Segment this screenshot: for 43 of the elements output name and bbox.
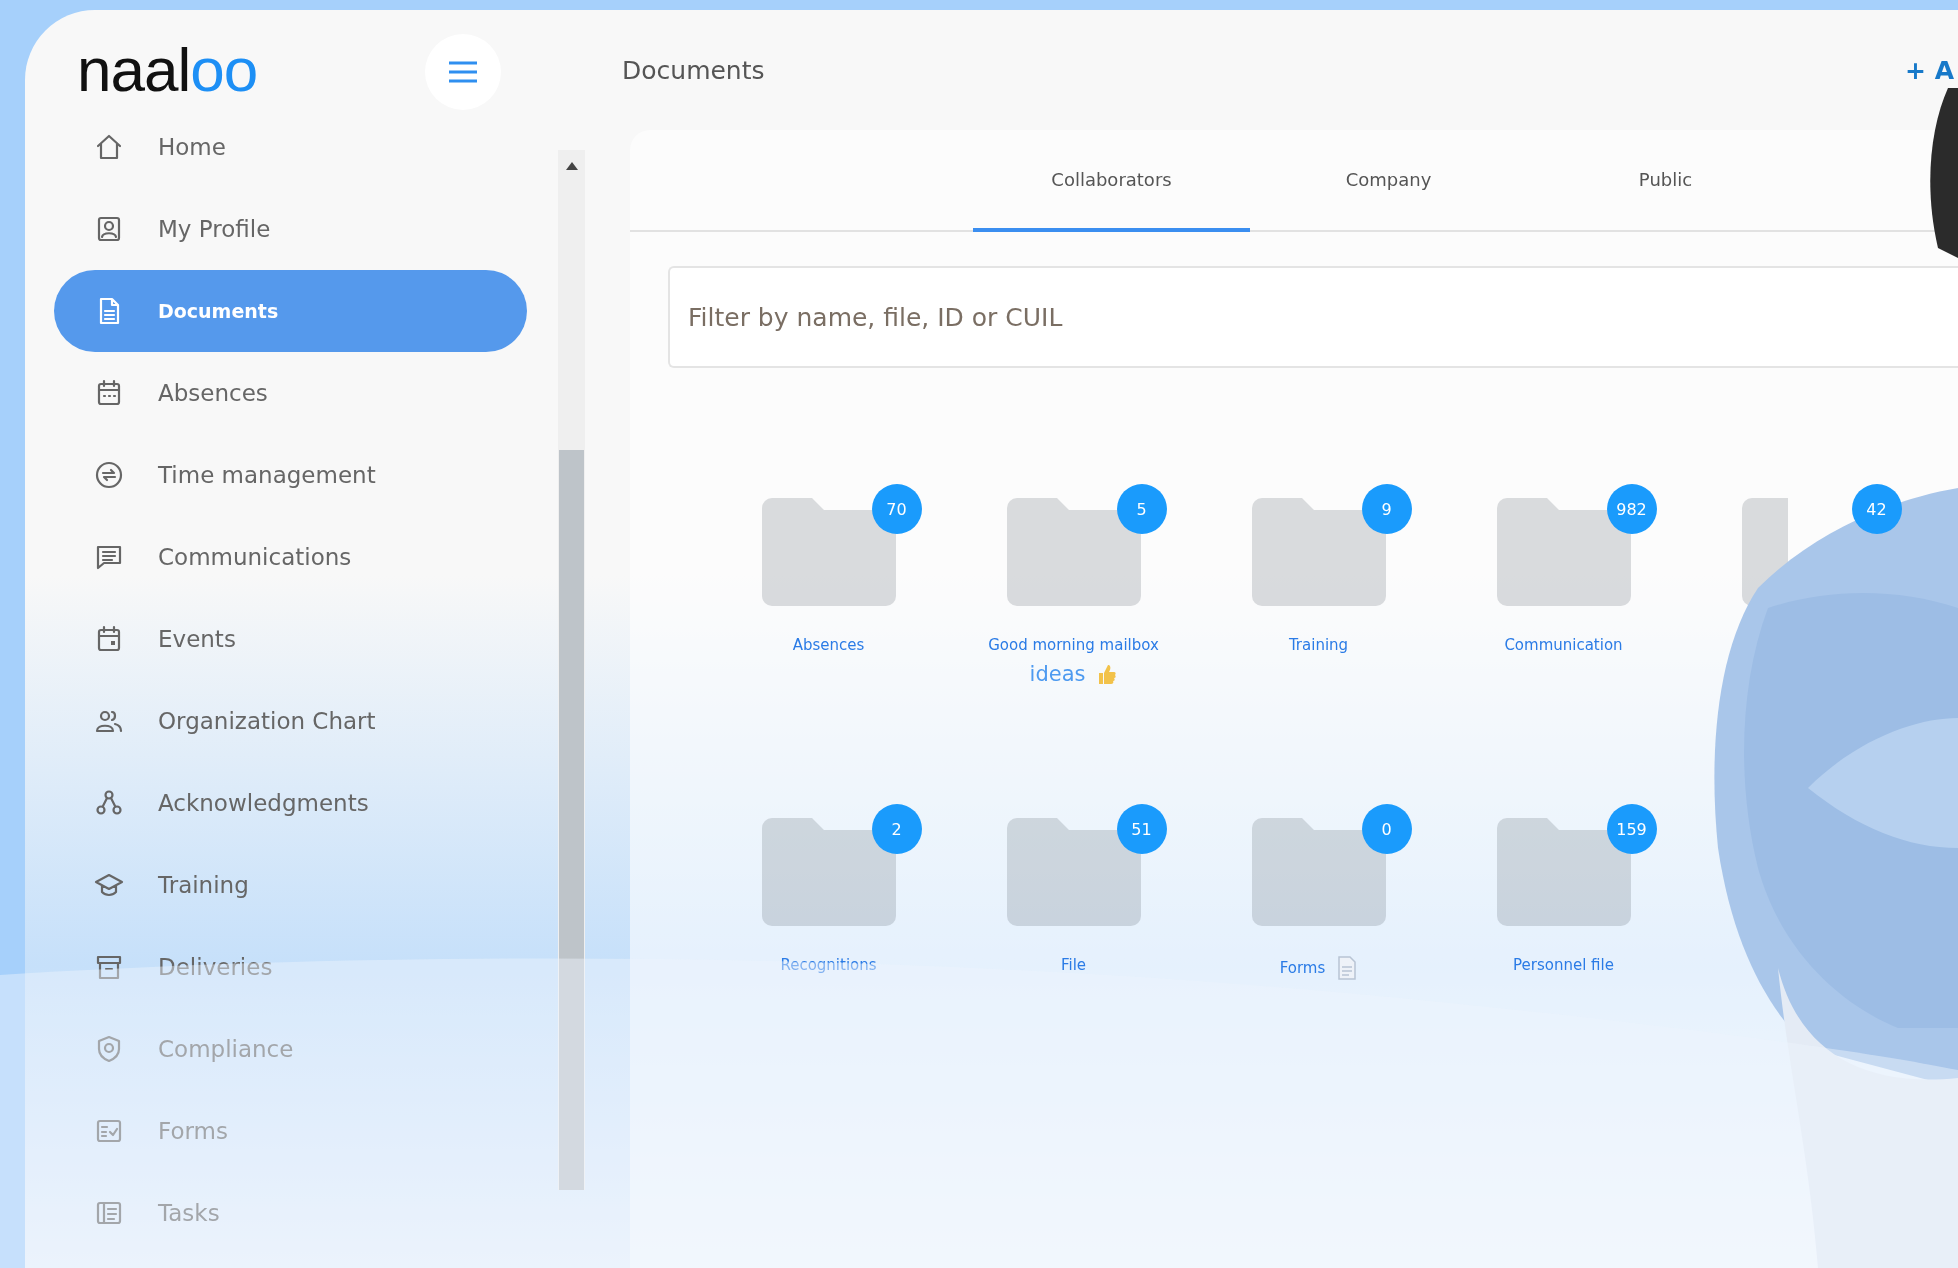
count-badge: 5	[1116, 484, 1167, 534]
sidebar-item[interactable]: Absences	[54, 352, 527, 434]
sidebar-item[interactable]: Time management	[54, 434, 527, 516]
page-title: Documents	[622, 55, 765, 85]
clock-arrows-icon	[94, 460, 124, 490]
count-badge: 159	[1606, 804, 1657, 854]
tab[interactable]: Company	[1250, 130, 1527, 232]
folder-label[interactable]: File	[1060, 956, 1087, 974]
tab[interactable]: Collaborators	[973, 130, 1250, 232]
sidebar-item[interactable]: Training	[54, 844, 527, 926]
home-icon	[94, 132, 124, 162]
sidebar-item[interactable]: My Profile	[54, 188, 527, 270]
folder-label[interactable]: Forms	[1279, 959, 1326, 977]
count-badge: 2	[871, 804, 922, 854]
sidebar-item[interactable]: Organization Chart	[54, 680, 527, 762]
folder-label[interactable]: ideas	[1029, 662, 1086, 686]
menu-icon	[448, 61, 479, 83]
scroll-up-icon[interactable]	[565, 162, 578, 170]
tab[interactable]: Public	[1527, 130, 1804, 232]
sidebar-item[interactable]: Home	[54, 106, 527, 188]
count-badge: 70	[871, 484, 922, 534]
add-link[interactable]: + A	[1905, 55, 1954, 85]
count-badge: 42	[1851, 484, 1902, 534]
sidebar-item[interactable]: Forms	[54, 1090, 527, 1172]
folder-label[interactable]: Good morning mailbox	[988, 636, 1159, 654]
folder-label[interactable]: Personnel file	[1513, 956, 1614, 974]
folder-label[interactable]: Training	[1288, 636, 1349, 654]
sidebar-item[interactable]: Tasks	[54, 1172, 527, 1254]
sidebar-item[interactable]: Acknowledgments	[54, 762, 527, 844]
scrollbar[interactable]	[558, 150, 585, 1190]
folder-label[interactable]: Communication	[1504, 636, 1623, 654]
sidebar-item[interactable]: Events	[54, 598, 527, 680]
search-field[interactable]: Filter by name, file, ID or CUIL	[668, 266, 1958, 368]
count-badge: 0	[1361, 804, 1412, 854]
thumbs-up-icon	[1097, 663, 1118, 685]
document-icon	[1337, 956, 1358, 980]
count-badge: 9	[1361, 484, 1412, 534]
sidebar-item[interactable]: Documents	[54, 270, 527, 352]
count-badge: 51	[1116, 804, 1167, 854]
sidebar-item[interactable]: Communications	[54, 516, 527, 598]
count-badge: 982	[1606, 484, 1657, 534]
logo: naaloo	[77, 38, 258, 102]
folder-label[interactable]: Absences	[792, 636, 865, 654]
